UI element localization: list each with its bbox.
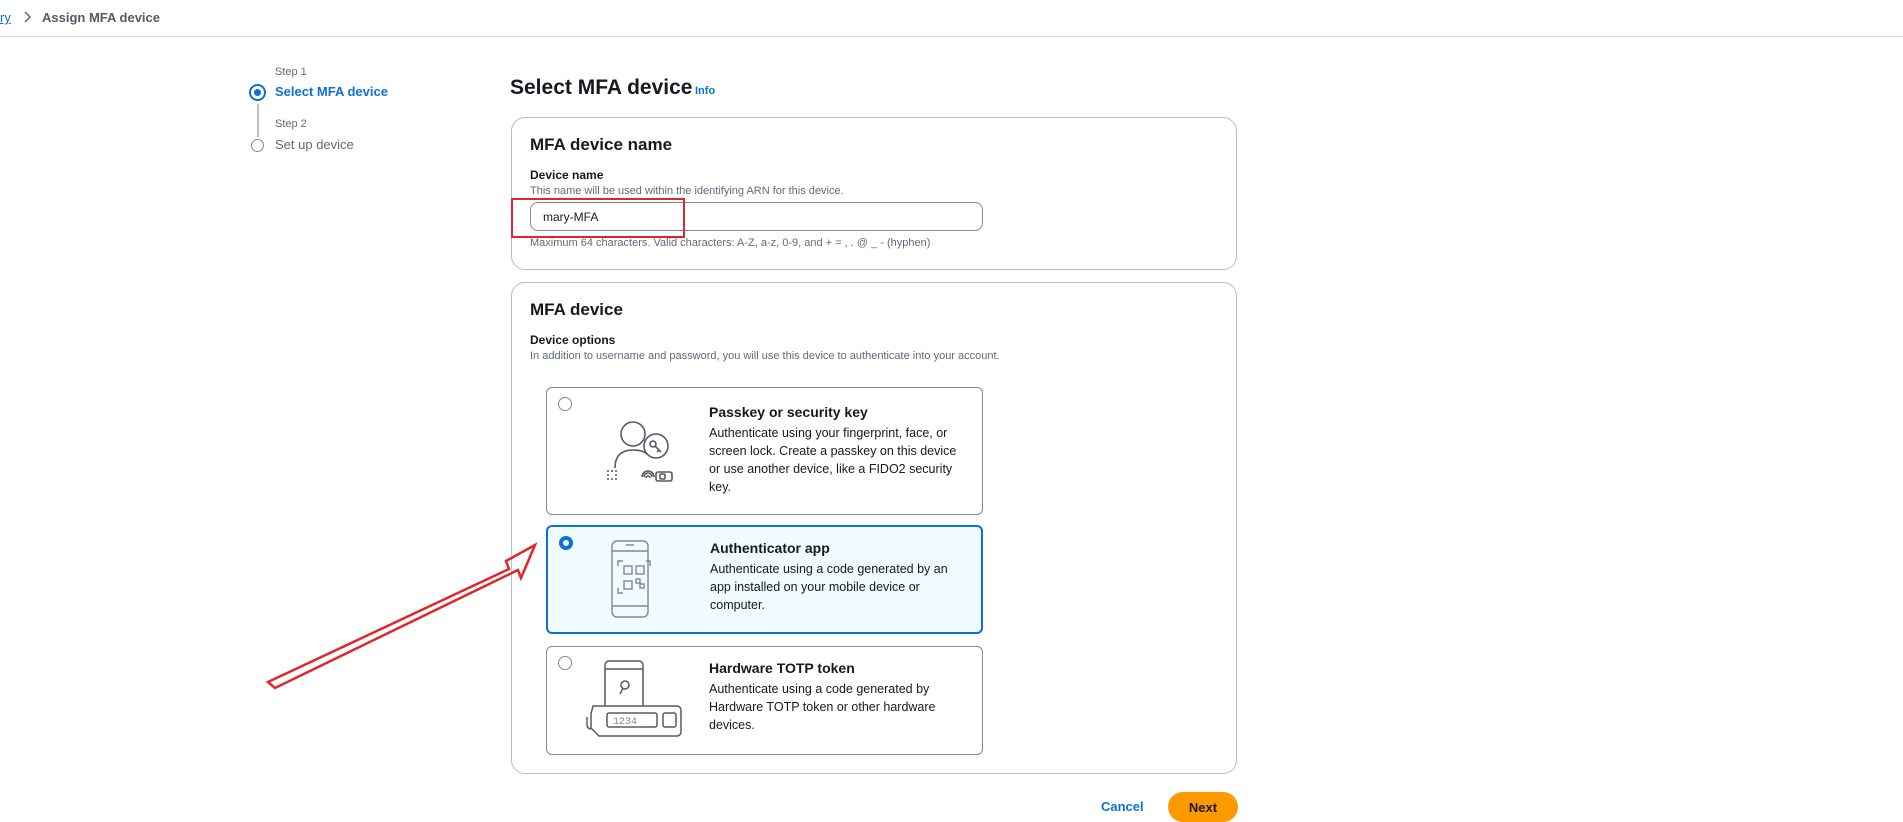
panel-title-mfa-device: MFA device — [530, 300, 623, 319]
device-options-description: In addition to username and password, yo… — [530, 350, 1000, 362]
device-name-label: Device name — [530, 168, 604, 182]
step-1-indicator — [249, 84, 266, 101]
step-2-label: Step 2 — [275, 118, 307, 130]
option-passkey-description: Authenticate using your fingerprint, fac… — [709, 426, 957, 494]
hardware-token-icon: 1234 — [586, 660, 682, 737]
option-hardware-totp[interactable]: 1234 Hardware TOTP token Authenticate us… — [546, 646, 983, 755]
option-authenticator-app-title: Authenticator app — [710, 540, 830, 556]
cancel-button[interactable]: Cancel — [1101, 799, 1144, 814]
panel-title-device-name: MFA device name — [530, 135, 673, 154]
next-button[interactable]: Next — [1168, 792, 1238, 822]
option-authenticator-app[interactable]: Authenticator app Authenticate using a c… — [546, 525, 983, 634]
token-code: 1234 — [613, 717, 637, 728]
device-options-label: Device options — [530, 333, 616, 347]
option-passkey[interactable]: Passkey or security key Authenticate usi… — [546, 387, 983, 515]
option-hardware-totp-description: Authenticate using a code generated by H… — [709, 682, 936, 732]
option-authenticator-app-description: Authenticate using a code generated by a… — [710, 562, 948, 612]
device-name-constraints: Maximum 64 characters. Valid characters:… — [530, 237, 931, 249]
breadcrumb: ry Assign MFA device — [0, 0, 1903, 37]
passkey-icon — [607, 421, 673, 482]
chevron-right-icon — [24, 11, 32, 23]
step-1-title[interactable]: Select MFA device — [275, 84, 388, 99]
option-passkey-title: Passkey or security key — [709, 404, 868, 420]
radio-passkey[interactable] — [558, 397, 572, 411]
breadcrumb-current: Assign MFA device — [42, 10, 160, 25]
page-title: Select MFA device — [510, 76, 693, 99]
breadcrumb-parent-link[interactable]: ry — [0, 10, 11, 25]
authenticator-app-icon — [611, 540, 651, 618]
step-2-indicator — [251, 139, 264, 152]
step-1-label: Step 1 — [275, 66, 307, 78]
device-name-description: This name will be used within the identi… — [530, 185, 844, 197]
info-link[interactable]: Info — [695, 85, 715, 97]
mfa-device-panel: MFA device Device options In addition to… — [511, 282, 1237, 774]
radio-authenticator-app[interactable] — [559, 536, 573, 550]
step-connector — [257, 104, 259, 137]
option-hardware-totp-title: Hardware TOTP token — [709, 660, 855, 676]
step-2-title: Set up device — [275, 137, 354, 152]
annotation-highlight-box — [511, 198, 685, 238]
radio-hardware-totp[interactable] — [558, 656, 572, 670]
device-name-panel: MFA device name Device name This name wi… — [511, 117, 1237, 270]
